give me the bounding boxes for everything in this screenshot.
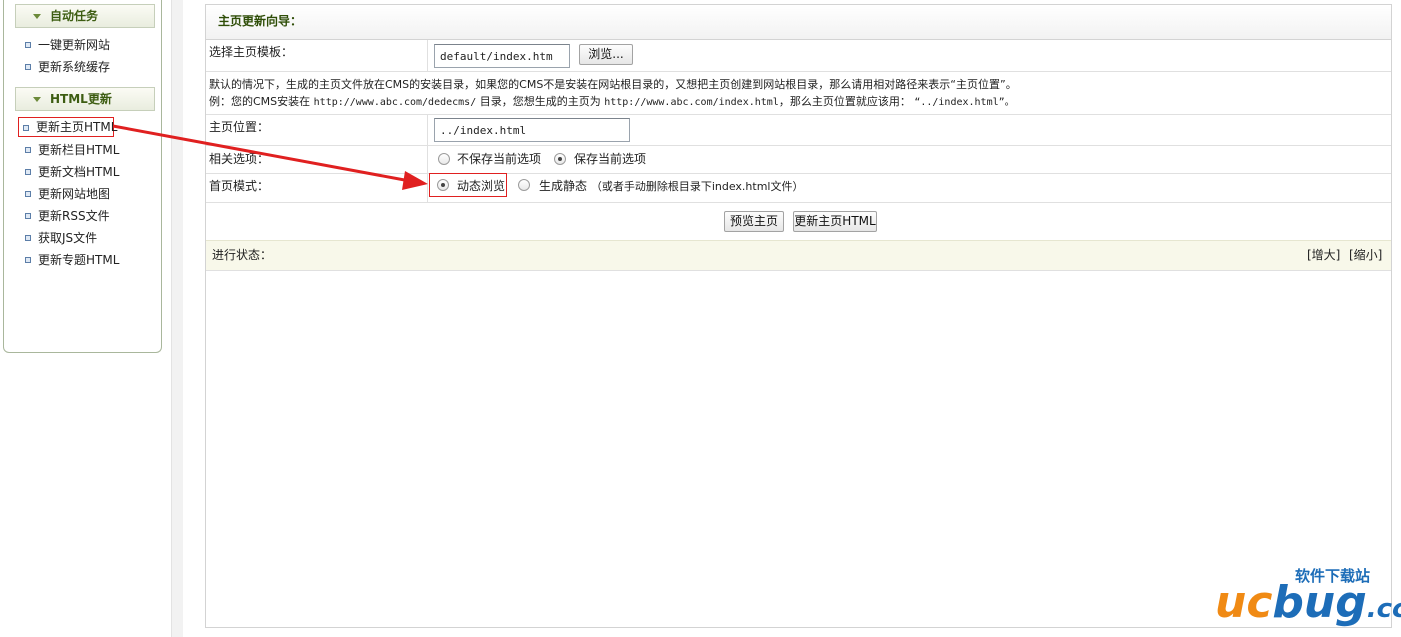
sidebar-item-label: 更新主页HTML: [36, 120, 118, 134]
sidebar-item-update-sitemap[interactable]: 更新网站地图: [21, 185, 110, 203]
mode-label: 首页模式：: [206, 174, 428, 202]
status-label: 进行状态：: [212, 248, 273, 262]
preview-home-button[interactable]: 预览主页: [724, 211, 784, 232]
sidebar-item-label: 一键更新网站: [38, 38, 111, 52]
sidebar-item-label: 更新网站地图: [38, 187, 111, 201]
hint-mid: 目录，您想生成的主页为: [479, 95, 601, 108]
sidebar-heading-auto-tasks[interactable]: 自动任务: [15, 4, 155, 28]
sidebar-heading-label: 自动任务: [50, 9, 99, 23]
location-label: 主页位置：: [206, 115, 428, 145]
home-update-wizard-panel: 主页更新向导： 选择主页模板： 浏览... 默认的情况下，生成的主页文件放在CM…: [205, 4, 1392, 628]
update-home-html-button[interactable]: 更新主页HTML: [793, 211, 877, 232]
radio-not-save[interactable]: [438, 153, 450, 165]
watermark-brand-a: uc: [1215, 577, 1273, 628]
sidebar-item-label: 更新文档HTML: [38, 165, 120, 179]
bullet-icon: [25, 147, 31, 153]
hint-row: 默认的情况下，生成的主页文件放在CMS的安装目录，如果您的CMS不是安装在网站根…: [206, 72, 1391, 115]
template-input[interactable]: [434, 44, 570, 68]
hint-path: “../index.html”。: [914, 97, 1015, 108]
collapse-triangle-icon: [33, 97, 41, 102]
hint-suffix: ，那么主页位置就应该用：: [778, 95, 911, 108]
sidebar-item-update-home-html[interactable]: 更新主页HTML: [18, 117, 118, 137]
mode-value-cell: 动态浏览 生成静态 （或者手动删除根目录下index.html文件）: [429, 173, 1391, 202]
shrink-link[interactable]: [缩小]: [1349, 241, 1382, 270]
browse-button[interactable]: 浏览...: [579, 44, 633, 65]
radio-save-label[interactable]: 保存当前选项: [574, 151, 646, 167]
status-output-area: [206, 271, 1391, 627]
radio-not-save-label[interactable]: 不保存当前选项: [457, 151, 541, 167]
template-row: 选择主页模板： 浏览...: [206, 40, 1391, 72]
sidebar-item-update-column-html[interactable]: 更新栏目HTML: [21, 141, 119, 159]
hint-line-2: 例：您的CMS安装在 http://www.abc.com/dedecms/ 目…: [209, 94, 1015, 110]
options-label: 相关选项：: [206, 146, 428, 173]
bullet-icon: [25, 213, 31, 219]
watermark-brand: ucbug.cc: [1215, 577, 1401, 635]
panel-title: 主页更新向导：: [206, 5, 1391, 40]
sidebar-item-label: 更新系统缓存: [38, 60, 111, 74]
radio-dynamic-label[interactable]: 动态浏览: [457, 178, 505, 194]
location-value-cell: [429, 115, 1391, 145]
watermark-brand-b: bug: [1272, 577, 1367, 628]
sidebar-item-update-document-html[interactable]: 更新文档HTML: [21, 163, 119, 181]
radio-static-text: 生成静态: [539, 179, 588, 193]
bullet-icon: [25, 64, 31, 70]
bullet-icon: [25, 235, 31, 241]
bullet-icon: [25, 42, 31, 48]
template-label: 选择主页模板：: [206, 40, 428, 71]
options-row: 相关选项： 不保存当前选项 保存当前选项: [206, 146, 1391, 174]
sidebar-heading-html-update[interactable]: HTML更新: [15, 87, 155, 111]
radio-save[interactable]: [554, 153, 566, 165]
enlarge-link[interactable]: [增大]: [1307, 241, 1340, 270]
sidebar-item-update-cache[interactable]: 更新系统缓存: [21, 58, 110, 76]
radio-static-label[interactable]: 生成静态 （或者手动删除根目录下index.html文件）: [539, 178, 804, 195]
sidebar-item-label: 更新RSS文件: [38, 209, 110, 223]
template-value-cell: 浏览...: [429, 40, 1391, 71]
location-input[interactable]: [434, 118, 630, 142]
watermark-logo: 软件下载站 ucbug.cc: [1215, 563, 1401, 637]
sidebar-item-get-js[interactable]: 获取JS文件: [21, 229, 97, 247]
bullet-icon: [25, 191, 31, 197]
sidebar-heading-label: HTML更新: [50, 92, 112, 106]
frame-splitter[interactable]: [171, 0, 183, 637]
location-row: 主页位置：: [206, 115, 1391, 146]
sidebar-item-label: 更新栏目HTML: [38, 143, 120, 157]
sidebar-item-label: 获取JS文件: [38, 231, 98, 245]
radio-dynamic[interactable]: [437, 179, 449, 191]
hint-url-install: http://www.abc.com/dedecms/: [313, 97, 477, 108]
radio-static[interactable]: [518, 179, 530, 191]
radio-static-note: （或者手动删除根目录下index.html文件）: [590, 180, 804, 193]
collapse-triangle-icon: [33, 14, 41, 19]
hint-line-1: 默认的情况下，生成的主页文件放在CMS的安装目录，如果您的CMS不是安装在网站根…: [209, 78, 1017, 91]
hint-prefix: 例：您的CMS安装在: [209, 95, 311, 108]
options-value-cell: 不保存当前选项 保存当前选项: [429, 146, 1391, 173]
sidebar-item-update-rss[interactable]: 更新RSS文件: [21, 207, 110, 225]
bullet-icon: [25, 169, 31, 175]
bullet-icon: [23, 125, 29, 131]
sidebar-menu: 自动任务 一键更新网站 更新系统缓存 HTML更新 更新主页HTML 更新栏目H…: [3, 0, 162, 353]
sidebar-item-update-topic-html[interactable]: 更新专题HTML: [21, 251, 119, 269]
sidebar-item-label: 更新专题HTML: [38, 253, 120, 267]
sidebar-item-one-click-update[interactable]: 一键更新网站: [21, 36, 110, 54]
mode-row: 首页模式： 动态浏览 生成静态 （或者手动删除根目录下index.html文件）: [206, 173, 1391, 203]
progress-status-bar: 进行状态： [增大] [缩小]: [206, 240, 1391, 271]
hint-url-home: http://www.abc.com/index.html: [604, 97, 779, 108]
bullet-icon: [25, 257, 31, 263]
watermark-brand-c: .cc: [1366, 594, 1401, 624]
